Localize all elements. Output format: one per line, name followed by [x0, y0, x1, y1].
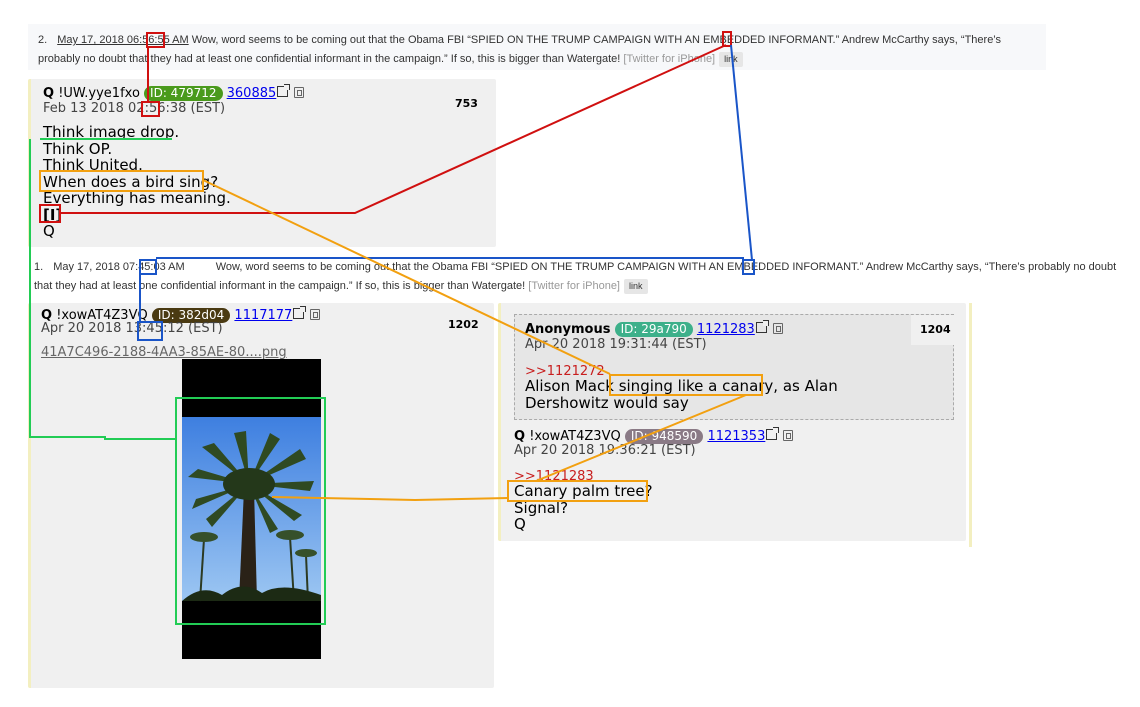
tweet-1: 1. May 17, 2018 07:45:03 AM Wow, word see… — [28, 258, 1128, 296]
poster-id-badge: ID: 479712 — [144, 86, 223, 101]
link-button[interactable]: link — [719, 52, 743, 67]
tweet-date[interactable]: May 17, 2018 07:45:03 AM — [53, 261, 184, 273]
external-link-icon[interactable] — [766, 427, 780, 440]
tweet-2: 2. May 17, 2018 06:56:55 AM Wow, word see… — [28, 24, 1046, 70]
post-header: Anonymous ID: 29a790 1121283 — [525, 320, 783, 338]
poster-name: Anonymous — [525, 322, 611, 337]
post-line: Everything has meaning. — [43, 189, 231, 207]
post-line: Q — [43, 222, 55, 240]
q-reply-post: Q !xowAT4Z3VQ ID: 948590 1121353 Apr 20 … — [514, 427, 954, 537]
tweet-number: 2. — [38, 34, 48, 46]
link-button[interactable]: link — [624, 279, 648, 294]
post-date: Feb 13 2018 02:56:38 (EST) — [43, 101, 226, 116]
tweet-date[interactable]: May 17, 2018 06:56:55 AM — [57, 34, 188, 46]
post-body: Canary palm tree? Signal? Q — [514, 483, 653, 533]
post-number: 753 — [455, 97, 478, 110]
post-line: Canary palm tree? — [514, 482, 653, 500]
post-body: Alison Mack singing like a canary, as Al… — [525, 377, 838, 412]
clipboard-icon[interactable] — [772, 323, 783, 334]
post-line: Think OP. — [43, 139, 113, 158]
external-link-icon[interactable] — [293, 306, 307, 319]
post-number: 1202 — [448, 318, 479, 331]
post-line: When does a bird sing? — [43, 172, 219, 191]
post-link[interactable]: 1117177 — [234, 308, 292, 323]
post-line: Think United. — [43, 156, 143, 174]
poster-id-badge: ID: 29a790 — [614, 322, 693, 337]
post-line: Think image drop. — [43, 123, 180, 141]
post-body: Think image drop. Think OP. Think United… — [43, 124, 231, 240]
external-link-icon[interactable] — [755, 320, 769, 333]
quoted-post-1204: Anonymous ID: 29a790 1121283 Apr 20 2018… — [514, 314, 955, 420]
clipboard-icon[interactable] — [783, 430, 794, 441]
post-link[interactable]: 1121353 — [707, 429, 765, 444]
tweet-source[interactable]: [Twitter for iPhone] — [528, 280, 620, 292]
poster-name: Q — [43, 86, 55, 101]
post-line: [I] — [43, 205, 63, 224]
palm-tree-image[interactable] — [182, 359, 321, 659]
tripcode: !UW.yye1fxo — [58, 86, 140, 101]
post-date: Apr 20 2018 13:45:12 (EST) — [41, 321, 223, 336]
post-753: Q !UW.yye1fxo ID: 479712 360885 Feb 13 2… — [28, 79, 496, 247]
tripcode: !xowAT4Z3VQ — [529, 429, 621, 444]
tweet-number: 1. — [34, 261, 44, 273]
post-number: 1204 — [920, 323, 951, 336]
post-line: Q — [514, 515, 526, 533]
post-link[interactable]: 1121283 — [697, 322, 755, 337]
post-1204-highlight — [969, 303, 972, 547]
clipboard-icon[interactable] — [294, 87, 305, 98]
attachment-filename[interactable]: 41A7C496-2188-4AA3-85AE-80....png — [41, 345, 287, 360]
palm-tree-picture — [182, 417, 321, 602]
post-date: Apr 20 2018 19:36:21 (EST) — [514, 443, 696, 458]
poster-id-badge: ID: 948590 — [624, 429, 704, 444]
external-link-icon[interactable] — [277, 84, 291, 97]
post-header: Q !UW.yye1fxo ID: 479712 360885 — [43, 84, 305, 102]
post-line: Signal? — [514, 498, 569, 517]
tweet-source[interactable]: [Twitter for iPhone] — [623, 53, 715, 65]
post-date: Apr 20 2018 19:31:44 (EST) — [525, 337, 707, 352]
poster-name: Q — [514, 429, 526, 444]
post-link[interactable]: 360885 — [227, 86, 277, 101]
clipboard-icon[interactable] — [310, 309, 321, 320]
post-1202: Q !xowAT4Z3VQ ID: 382d04 1117177 Apr 20 … — [28, 303, 494, 688]
